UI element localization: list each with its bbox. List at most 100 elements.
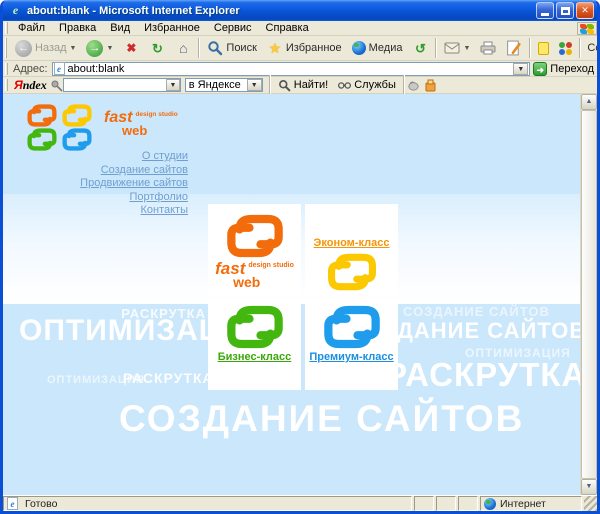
econom-yellow-glyph-icon [322,253,382,291]
links-label[interactable]: Ссылки [587,42,597,54]
refresh-icon: ↻ [151,40,163,56]
watermark-text: СОЗДАНИЕ САЙТОВ [403,304,550,319]
yandex-separator [402,75,405,95]
address-value[interactable]: about:blank [68,63,514,75]
menu-help[interactable]: Справка [259,21,316,35]
media-button[interactable]: Медиа [347,37,408,59]
search-button[interactable]: Поиск [202,37,261,59]
toolbar-grip[interactable] [5,38,7,58]
tile-premium: Премиум-класс [305,298,398,390]
address-dropdown-icon[interactable]: ▼ [513,62,529,75]
scrollbar-thumb[interactable] [581,110,597,479]
menu-view[interactable]: Вид [103,21,137,35]
standard-toolbar: ← Назад ▼ → ▼ ✖ ↻ ⌂ Поиск ★ Избранное Мед… [3,36,597,61]
edit-button[interactable] [501,37,527,59]
yandex-grip[interactable] [5,78,8,92]
stop-icon: ✖ [126,41,137,55]
yandex-scope-dropdown-icon[interactable]: ▼ [246,79,262,91]
forward-dropdown-icon[interactable]: ▼ [106,45,113,52]
back-button[interactable]: ← Назад ▼ [10,37,81,59]
mail-button[interactable]: ▼ [439,37,475,59]
status-pane-3 [458,496,478,511]
back-icon: ← [15,39,32,57]
search-icon [208,41,223,56]
resize-grip[interactable] [584,496,597,511]
menu-favorites[interactable]: Избранное [137,21,207,35]
yandex-toolbar: Яndex ▼ в Яндексе ▼ Найти! Службы [3,75,597,95]
security-zone-pane: Интернет [480,496,582,511]
forward-icon: → [86,39,104,57]
tile-fastweb: fast design studio web [208,204,301,296]
tile-business: Бизнес-класс [208,298,301,390]
scroll-up-icon[interactable]: ▲ [581,94,597,110]
home-button[interactable]: ⌂ [170,37,196,59]
status-bar: e Готово Интернет [3,495,597,511]
links-separator [579,38,582,58]
close-button[interactable]: ✕ [576,2,594,19]
favorites-button[interactable]: ★ Избранное [262,37,347,59]
address-bar: Адрес: e about:blank ▼ ➜ Переход [3,61,597,77]
menu-grip[interactable] [5,22,8,34]
messenger-button[interactable] [554,37,577,59]
vertical-scrollbar[interactable]: ▲ ▼ [580,94,597,495]
refresh-button[interactable]: ↻ [144,37,170,59]
business-green-glyph-icon [224,305,286,349]
watermark-text: РАСКРУТКА [385,356,580,393]
history-icon: ↺ [415,40,426,56]
nav-site-creation-link[interactable]: Создание сайтов [3,164,188,178]
menu-file[interactable]: Файл [11,21,52,35]
title-bar[interactable]: e about:blank - Microsoft Internet Explo… [3,0,597,21]
nav-contacts-link[interactable]: Контакты [3,204,188,218]
discuss-icon [538,41,550,55]
messenger-icon [559,41,573,55]
yandex-scope-select[interactable]: в Яндексе ▼ [184,78,263,92]
menu-bar: Файл Правка Вид Избранное Сервис Справка [3,21,597,36]
forward-button[interactable]: → ▼ [81,37,118,59]
yandex-extra-icon-1[interactable] [407,79,420,92]
nav-portfolio-link[interactable]: Портфолио [3,191,188,205]
print-button[interactable] [475,37,501,59]
yandex-separator [268,75,271,95]
window-title: about:blank - Microsoft Internet Explore… [27,4,240,17]
site-logo[interactable]: fast design studio web [25,104,178,151]
mail-icon [444,42,460,54]
print-icon [480,41,496,55]
browser-viewport: РАСКРУТКА ОПТИМИЗАЦИЯ СОЗДАНИЕ САЙТОВ СО… [3,94,597,495]
yandex-services-button[interactable]: Службы [333,78,401,93]
go-arrow-icon: ➜ [533,61,548,76]
nav-about-link[interactable]: О студии [3,150,188,164]
yandex-scope-value: в Яндексе [188,79,241,91]
watermark-text: СОЗДАНИЕ САЙТОВ [119,398,525,439]
mail-dropdown-icon[interactable]: ▼ [463,45,470,52]
fastweb-logo-mark-icon [25,104,94,151]
stop-button[interactable]: ✖ [118,37,144,59]
menu-edit[interactable]: Правка [52,21,103,35]
status-pane-2 [436,496,456,511]
minimize-button[interactable] [536,2,554,19]
premium-class-link[interactable]: Премиум-класс [309,351,393,363]
edit-icon [507,40,522,56]
windows-flag-icon [577,21,597,35]
address-input[interactable]: e about:blank ▼ [51,61,531,76]
nav-site-promotion-link[interactable]: Продвижение сайтов [3,177,188,191]
maximize-button[interactable] [556,2,574,19]
web-page: РАСКРУТКА ОПТИМИЗАЦИЯ СОЗДАНИЕ САЙТОВ СО… [3,94,580,495]
pushpin-icon[interactable] [50,79,63,92]
yandex-query-dropdown-icon[interactable]: ▼ [166,79,180,91]
econom-class-link[interactable]: Эконом-класс [314,237,390,249]
back-dropdown-icon[interactable]: ▼ [70,45,77,52]
business-class-link[interactable]: Бизнес-класс [218,351,292,363]
address-grip[interactable] [5,62,8,75]
discuss-button[interactable] [533,37,554,59]
go-button[interactable]: ➜ Переход [533,61,594,76]
history-button[interactable]: ↺ [407,37,433,59]
premium-blue-glyph-icon [321,305,383,349]
menu-tools[interactable]: Сервис [207,21,259,35]
scroll-down-icon[interactable]: ▼ [581,479,597,495]
service-tiles: fast design studio web Эконом-класс Бизне… [208,204,398,390]
page-icon: e [53,62,65,75]
yandex-logo[interactable]: Яndex [14,78,47,93]
yandex-search-input[interactable]: ▼ [62,78,181,92]
yandex-extra-icon-2[interactable] [424,79,437,92]
yandex-find-button[interactable]: Найти! [273,78,333,93]
